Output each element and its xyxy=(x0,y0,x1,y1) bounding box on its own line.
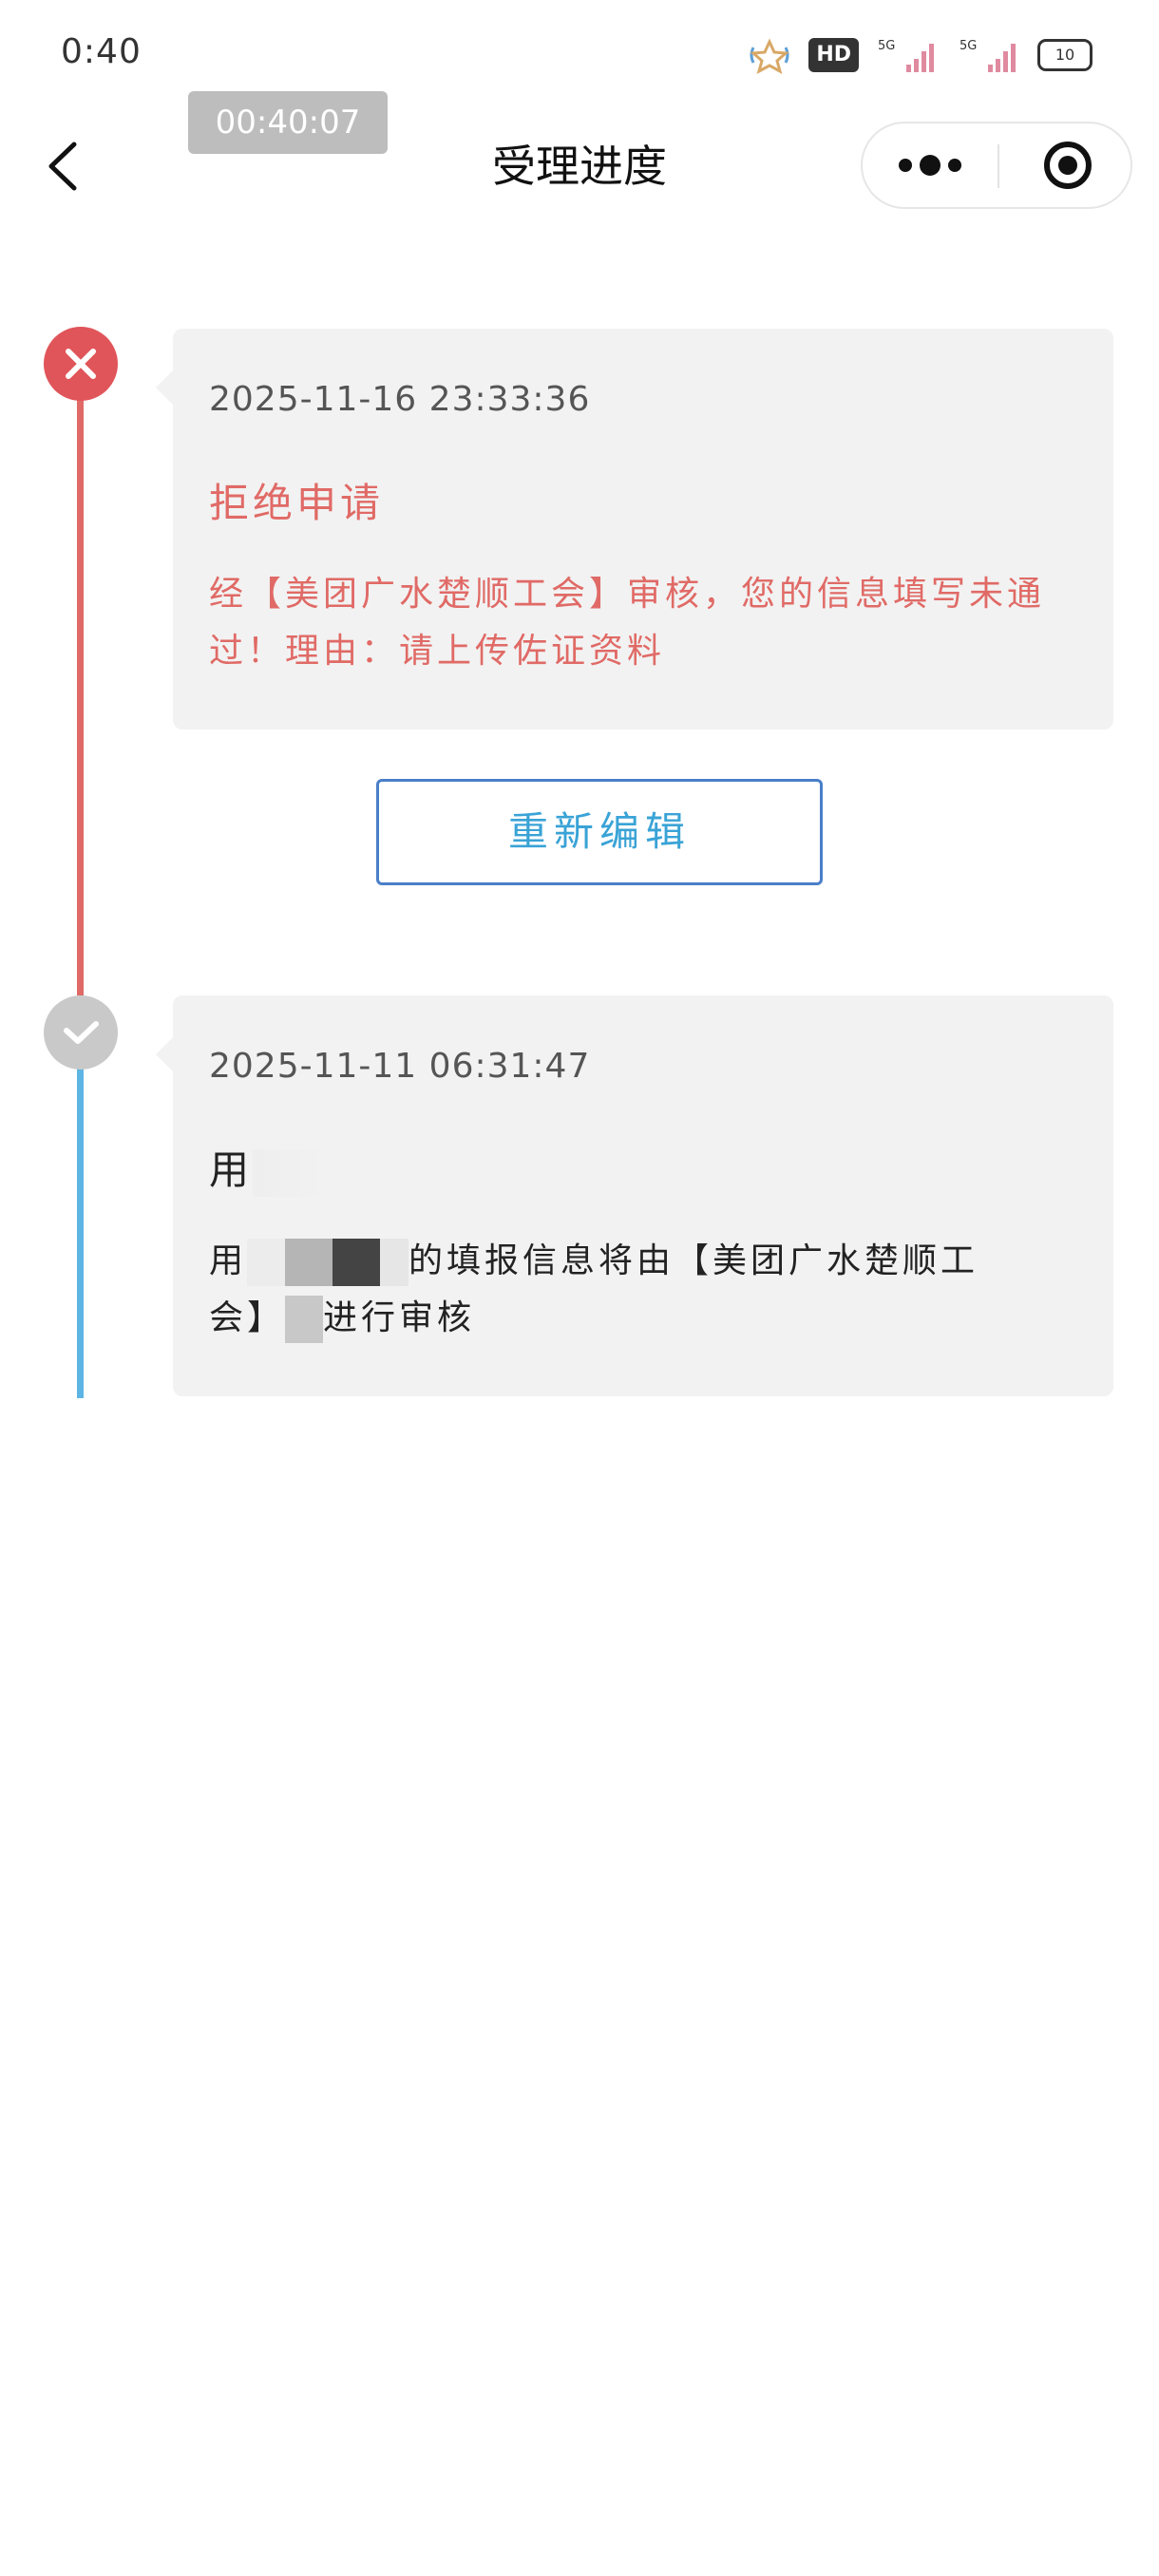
submitted-node xyxy=(44,995,118,1070)
card-title: 用 xyxy=(209,1138,330,1197)
battery-icon: 10 xyxy=(1037,39,1092,71)
desc-middle: 的填报信息将由【美团广水楚顺工 xyxy=(408,1241,979,1280)
target-close-icon xyxy=(1044,142,1092,189)
card-description: 经【美团广水楚顺工会】审核，您的信息填写未通过！理由：请上传佐证资料 xyxy=(209,575,1046,671)
redacted-block xyxy=(285,1296,324,1343)
redacted-block xyxy=(285,1239,333,1286)
x-circle-icon xyxy=(66,349,96,379)
card-title: 拒绝申请 xyxy=(209,480,385,526)
desc-line2-prefix: 会】 xyxy=(209,1298,286,1337)
hotspot-icon xyxy=(750,38,789,74)
rejected-node xyxy=(44,327,118,401)
desc-line2-suffix: 进行审核 xyxy=(323,1298,476,1337)
back-button[interactable] xyxy=(42,133,89,199)
timeline-line-submitted xyxy=(77,1032,84,1398)
timeline-card-submitted: 2025-11-11 06:31:47 用 用的填报信息将由【美团广水楚顺工 会… xyxy=(156,995,1113,1396)
signal-5g-icon: 5G xyxy=(878,39,934,72)
more-dots-icon xyxy=(899,155,961,176)
redacted-block xyxy=(253,1148,330,1197)
mini-program-capsule xyxy=(861,122,1132,209)
redacted-block xyxy=(247,1239,286,1286)
reedit-button[interactable]: 重新编辑 xyxy=(376,779,823,885)
svg-text:5G: 5G xyxy=(960,39,977,53)
signal-5g-icon-2: 5G xyxy=(960,39,1016,72)
card-time: 2025-11-16 23:33:36 xyxy=(209,380,591,419)
close-button[interactable] xyxy=(999,123,1132,207)
hd-voice-icon: HD xyxy=(808,38,859,72)
card-description: 用 的填报信息将由【美团广水楚顺工 会】 进行审核 xyxy=(209,1233,1074,1347)
timeline-line-rejected xyxy=(77,388,84,995)
timeline-card-rejected: 2025-11-16 23:33:36 拒绝申请 经【美团广水楚顺工会】审核，您… xyxy=(156,329,1113,729)
more-button[interactable] xyxy=(863,123,998,207)
redacted-block xyxy=(332,1239,381,1286)
status-bar: 0:40 HD 5G 5G 10 xyxy=(0,0,1159,104)
card-title-text: 用 xyxy=(209,1146,254,1193)
redacted-block xyxy=(380,1239,409,1286)
status-icons: HD 5G 5G 10 xyxy=(746,34,1092,76)
check-circle-icon xyxy=(64,1021,99,1044)
desc-prefix: 用 xyxy=(209,1241,248,1280)
chevron-left-icon xyxy=(48,142,77,191)
status-time: 0:40 xyxy=(61,32,142,71)
svg-text:5G: 5G xyxy=(878,39,895,53)
card-time: 2025-11-11 06:31:47 xyxy=(209,1047,591,1086)
